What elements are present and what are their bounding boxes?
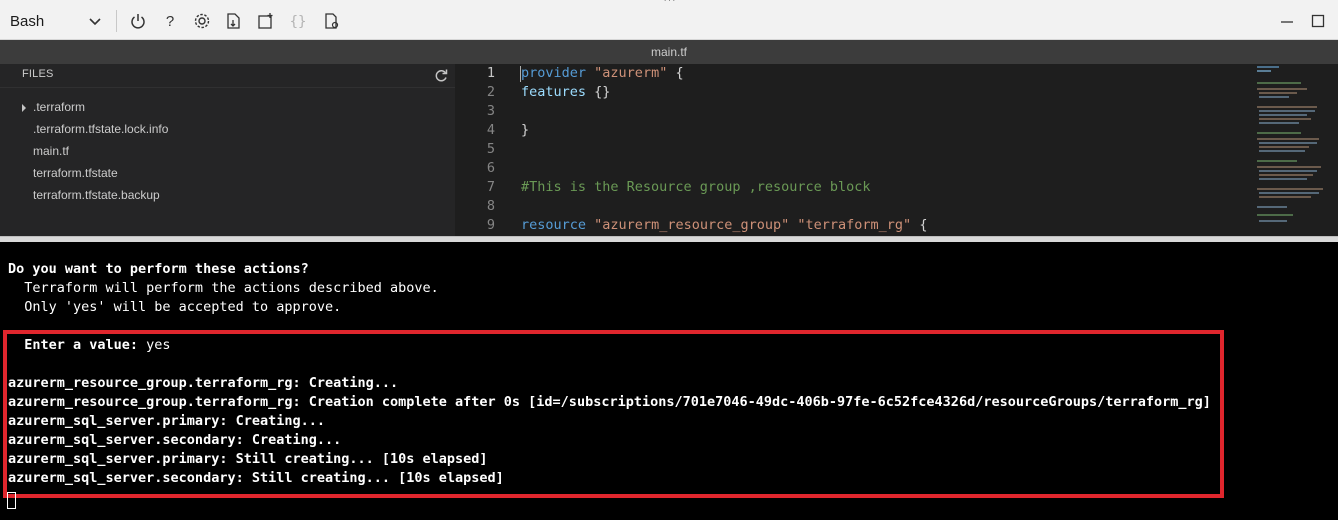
braces-icon[interactable]: {} bbox=[288, 11, 308, 31]
refresh-icon[interactable] bbox=[433, 68, 449, 84]
svg-text:?: ? bbox=[166, 13, 174, 30]
highlight-annotation-box bbox=[3, 330, 1224, 498]
minimap-line bbox=[1257, 66, 1279, 68]
minimap-line bbox=[1259, 220, 1287, 222]
code-line: 5 bbox=[455, 140, 1245, 159]
minimap-line bbox=[1259, 114, 1307, 116]
power-icon[interactable] bbox=[128, 11, 148, 31]
code-editor: main.tf FILES .terraform .terraform.tfst… bbox=[0, 40, 1338, 236]
toolbar-divider bbox=[116, 10, 117, 32]
line-number: 2 bbox=[486, 84, 495, 100]
upload-download-icon[interactable] bbox=[224, 11, 244, 31]
minimap-line bbox=[1259, 92, 1297, 94]
file-item-terraform-folder[interactable]: .terraform bbox=[0, 96, 455, 118]
line-number: 1 bbox=[486, 65, 495, 81]
file-item-label: .terraform.tfstate.lock.info bbox=[33, 122, 169, 136]
web-preview-icon[interactable] bbox=[322, 11, 342, 31]
code-minimap[interactable] bbox=[1255, 64, 1338, 236]
code-area[interactable]: 1 provider "azurerm" { 2 features {} 3 4… bbox=[455, 64, 1338, 236]
settings-icon[interactable] bbox=[192, 11, 212, 31]
maximize-icon[interactable] bbox=[1309, 12, 1327, 30]
line-number: 3 bbox=[486, 103, 495, 119]
minimap-line bbox=[1257, 70, 1271, 72]
code-text: resource "azurerm_resource_group" "terra… bbox=[521, 217, 928, 233]
terminal-line: Only 'yes' will be accepted to approve. bbox=[8, 299, 342, 315]
minimize-icon[interactable] bbox=[1278, 12, 1296, 30]
code-line: 7 #This is the Resource group ,resource … bbox=[455, 178, 1245, 197]
minimap-line bbox=[1259, 110, 1315, 112]
code-line: 9 resource "azurerm_resource_group" "ter… bbox=[455, 216, 1245, 235]
file-item-label: main.tf bbox=[33, 144, 70, 158]
line-number: 6 bbox=[486, 160, 495, 176]
code-line: 2 features {} bbox=[455, 83, 1245, 102]
file-item[interactable]: main.tf bbox=[0, 140, 455, 162]
drag-handle-icon[interactable]: ··· bbox=[662, 0, 678, 6]
minimap-line bbox=[1259, 142, 1317, 144]
minimap-line bbox=[1257, 188, 1323, 190]
minimap-line bbox=[1257, 138, 1319, 140]
cloud-shell-toolbar: ··· Bash ? {} bbox=[0, 0, 1338, 40]
line-number: 5 bbox=[486, 141, 495, 157]
minimap-line bbox=[1259, 178, 1307, 180]
file-item[interactable]: terraform.tfstate bbox=[0, 162, 455, 184]
text-cursor bbox=[520, 66, 521, 82]
minimap-line bbox=[1259, 174, 1313, 176]
files-header: FILES bbox=[22, 68, 54, 80]
terminal-cursor bbox=[7, 492, 16, 509]
minimap-line bbox=[1259, 146, 1309, 148]
minimap-line bbox=[1257, 206, 1287, 208]
chevron-down-icon bbox=[89, 18, 101, 26]
minimap-line bbox=[1259, 150, 1305, 152]
file-explorer: FILES .terraform .terraform.tfstate.lock… bbox=[0, 64, 455, 236]
file-item-label: .terraform bbox=[33, 100, 86, 114]
file-item[interactable]: terraform.tfstate.backup bbox=[0, 184, 455, 206]
minimap-line bbox=[1257, 82, 1301, 84]
minimap-line bbox=[1259, 96, 1289, 98]
code-line: 8 bbox=[455, 197, 1245, 216]
file-item-label: terraform.tfstate.backup bbox=[33, 188, 160, 202]
minimap-line bbox=[1259, 122, 1299, 124]
code-text: } bbox=[521, 122, 530, 138]
line-number: 4 bbox=[486, 122, 495, 138]
minimap-line bbox=[1259, 192, 1319, 194]
code-line: 6 bbox=[455, 159, 1245, 178]
minimap-line bbox=[1257, 166, 1321, 168]
terminal-prompt-title: Do you want to perform these actions? bbox=[8, 261, 309, 277]
code-text: features {} bbox=[521, 84, 611, 100]
line-number: 9 bbox=[486, 217, 495, 233]
minimap-line bbox=[1259, 196, 1311, 198]
terminal[interactable]: Do you want to perform these actions? Te… bbox=[0, 242, 1338, 520]
minimap-line bbox=[1259, 118, 1311, 120]
code-line: 4 } bbox=[455, 121, 1245, 140]
line-number: 8 bbox=[486, 198, 495, 214]
minimap-line bbox=[1259, 170, 1317, 172]
minimap-line bbox=[1257, 88, 1307, 90]
minimap-line bbox=[1257, 160, 1297, 162]
minimap-line bbox=[1257, 132, 1301, 134]
files-divider bbox=[0, 87, 455, 88]
line-number: 7 bbox=[486, 179, 495, 195]
code-line: 3 bbox=[455, 102, 1245, 121]
code-comment: #This is the Resource group ,resource bl… bbox=[521, 179, 871, 195]
new-session-icon[interactable] bbox=[256, 11, 276, 31]
code-line: 1 provider "azurerm" { bbox=[455, 64, 1245, 83]
minimap-line bbox=[1257, 106, 1317, 108]
editor-file-title: main.tf bbox=[0, 40, 1338, 64]
file-item[interactable]: .terraform.tfstate.lock.info bbox=[0, 118, 455, 140]
terminal-line: Terraform will perform the actions descr… bbox=[8, 280, 439, 296]
svg-text:{}: {} bbox=[290, 14, 307, 30]
shell-selector[interactable]: Bash bbox=[4, 8, 108, 34]
chevron-right-icon bbox=[20, 102, 28, 112]
minimap-line bbox=[1257, 214, 1293, 216]
help-icon[interactable]: ? bbox=[160, 11, 180, 31]
file-item-label: terraform.tfstate bbox=[33, 166, 118, 180]
shell-selector-label: Bash bbox=[10, 12, 45, 30]
code-text: provider "azurerm" { bbox=[521, 65, 684, 81]
